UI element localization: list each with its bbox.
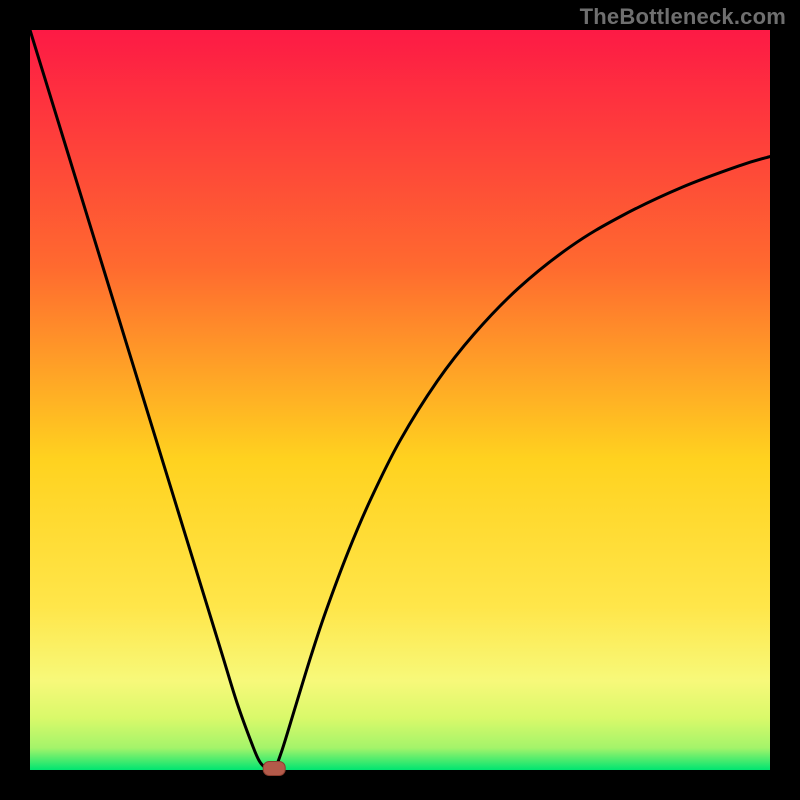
bottleneck-chart [0,0,800,800]
optimum-marker [263,762,285,776]
watermark-text: TheBottleneck.com [580,4,786,30]
plot-background [30,30,770,770]
chart-frame: TheBottleneck.com [0,0,800,800]
